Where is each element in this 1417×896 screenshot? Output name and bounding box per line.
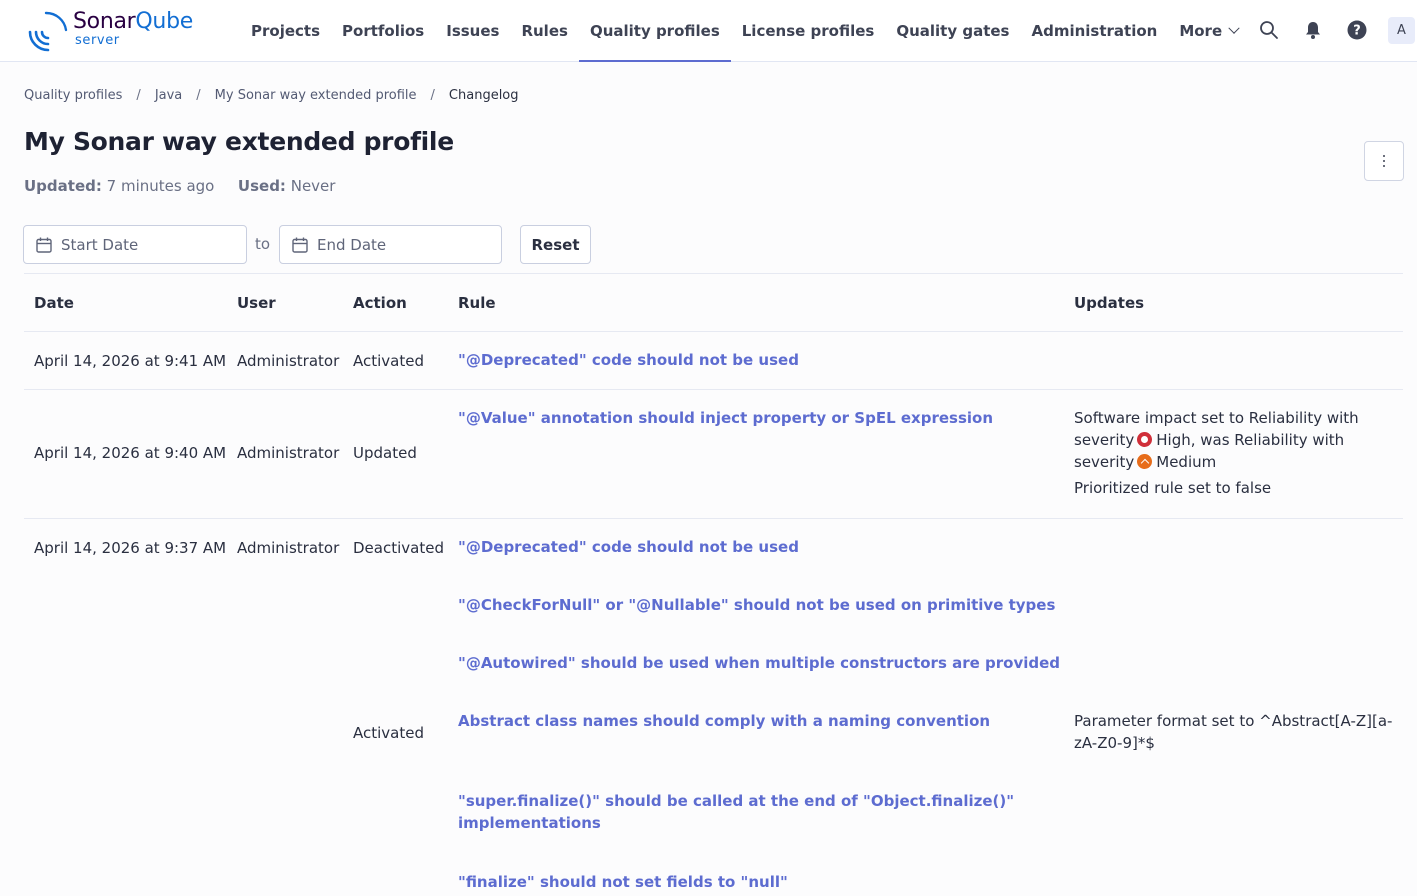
row-user: Administrator — [237, 539, 340, 557]
kebab-dot — [1382, 159, 1386, 163]
row-action-activated: Activated — [353, 724, 424, 742]
breadcrumb-separator: / — [196, 88, 201, 103]
row-updates: Software impact set to Reliability with … — [1074, 407, 1394, 499]
table-row: April 14, 2026 at 9:37 AM Administrator … — [24, 519, 1403, 896]
table-header-row: Date User Action Rule Updates — [24, 274, 1403, 332]
severity-high-icon — [1137, 432, 1153, 447]
rule-link[interactable]: "@Value" annotation should inject proper… — [458, 407, 993, 429]
start-date-input[interactable]: Start Date — [23, 225, 247, 264]
search-icon[interactable] — [1257, 18, 1281, 42]
severity-medium-icon — [1137, 454, 1153, 469]
table-row: April 14, 2026 at 9:40 AM Administrator … — [24, 390, 1403, 519]
rule-link[interactable]: "super.finalize()" should be called at t… — [458, 790, 1014, 834]
rule-link[interactable]: Abstract class names should comply with … — [458, 710, 990, 732]
breadcrumb-quality-profiles[interactable]: Quality profiles — [24, 88, 122, 103]
table-row: April 14, 2026 at 9:41 AM Administrator … — [24, 332, 1403, 390]
breadcrumb: Quality profiles / Java / My Sonar way e… — [24, 88, 519, 103]
reset-button[interactable]: Reset — [520, 225, 591, 264]
row-date: April 14, 2026 at 9:37 AM — [34, 539, 227, 557]
update-text: Parameter format set to ^Abstract[A-Z][a… — [1074, 712, 1393, 730]
breadcrumb-changelog: Changelog — [448, 88, 519, 103]
update-text: Software impact set to Reliability with — [1074, 409, 1359, 427]
bell-icon[interactable] — [1301, 18, 1325, 42]
row-updates: Parameter format set to ^Abstract[A-Z][a… — [1074, 710, 1394, 754]
kebab-dot — [1382, 164, 1386, 168]
nav-more[interactable]: More — [1168, 0, 1249, 62]
col-header-user: User — [237, 294, 276, 312]
top-navigation-bar: SonarQube server Projects Portfolios Iss… — [0, 0, 1417, 62]
row-action-deactivated: Deactivated — [353, 539, 444, 557]
more-actions-button[interactable] — [1364, 141, 1404, 181]
rule-link-line: implementations — [458, 814, 601, 832]
row-action: Activated — [353, 352, 424, 370]
row-user: Administrator — [237, 444, 340, 462]
start-date-placeholder: Start Date — [61, 235, 139, 254]
svg-text:?: ? — [1353, 24, 1361, 39]
col-header-date: Date — [34, 294, 74, 312]
nav-quality-profiles[interactable]: Quality profiles — [579, 0, 731, 62]
brand-subtitle: server — [75, 33, 120, 48]
breadcrumb-separator: / — [136, 88, 141, 103]
col-header-updates: Updates — [1074, 294, 1145, 312]
rule-link-line: "super.finalize()" should be called at t… — [458, 792, 1015, 810]
sonar-waves-icon — [28, 11, 68, 52]
sonarqube-logo[interactable]: SonarQube server — [26, 8, 206, 54]
col-header-action: Action — [353, 294, 407, 312]
rule-link[interactable]: "@CheckForNull" or "@Nullable" should no… — [458, 594, 1055, 616]
main-nav: Projects Portfolios Issues Rules Quality… — [240, 0, 1249, 62]
nav-administration[interactable]: Administration — [1020, 0, 1168, 62]
breadcrumb-profile[interactable]: My Sonar way extended profile — [215, 88, 417, 103]
brand-name: SonarQube — [73, 9, 193, 34]
updated-label: Updated: — [24, 177, 102, 195]
update-text-line: severity High, was Reliability with — [1074, 431, 1345, 449]
kebab-dot — [1382, 154, 1386, 158]
row-date: April 14, 2026 at 9:40 AM — [34, 444, 227, 462]
updated-value: 7 minutes ago — [106, 177, 215, 195]
rule-link[interactable]: "@Autowired" should be used when multipl… — [458, 652, 1060, 674]
profile-meta: Updated: 7 minutes ago Used: Never — [24, 177, 335, 195]
chevron-down-icon — [1228, 22, 1240, 34]
col-header-rule: Rule — [458, 294, 496, 312]
update-text-line: severity Medium — [1074, 453, 1217, 471]
nav-projects[interactable]: Projects — [240, 0, 331, 62]
nav-license-profiles[interactable]: License profiles — [731, 0, 886, 62]
end-date-input[interactable]: End Date — [279, 225, 502, 264]
row-user: Administrator — [237, 352, 340, 370]
page-title: My Sonar way extended profile — [24, 127, 454, 156]
avatar[interactable]: A — [1388, 17, 1415, 44]
calendar-icon — [292, 237, 308, 253]
rule-link[interactable]: "@Deprecated" code should not be used — [458, 536, 799, 558]
update-text: Prioritized rule set to false — [1074, 479, 1272, 497]
date-range-to-label: to — [255, 235, 271, 253]
nav-portfolios[interactable]: Portfolios — [331, 0, 435, 62]
help-icon[interactable]: ? — [1345, 18, 1369, 42]
update-text: zA-Z0-9]*$ — [1074, 734, 1155, 752]
breadcrumb-separator: / — [430, 88, 435, 103]
used-value: Never — [290, 177, 336, 195]
row-action: Updated — [353, 444, 417, 462]
nav-quality-gates[interactable]: Quality gates — [885, 0, 1020, 62]
breadcrumb-java[interactable]: Java — [155, 88, 182, 103]
rule-link[interactable]: "finalize" should not set fields to "nul… — [458, 871, 788, 893]
changelog-table: Date User Action Rule Updates April 14, … — [24, 273, 1403, 891]
row-date: April 14, 2026 at 9:41 AM — [34, 352, 227, 370]
calendar-icon — [36, 237, 52, 253]
rule-link[interactable]: "@Deprecated" code should not be used — [458, 349, 799, 371]
nav-rules[interactable]: Rules — [510, 0, 578, 62]
end-date-placeholder: End Date — [317, 235, 387, 254]
used-label: Used: — [237, 177, 286, 195]
nav-more-label: More — [1179, 22, 1223, 40]
nav-issues[interactable]: Issues — [435, 0, 510, 62]
